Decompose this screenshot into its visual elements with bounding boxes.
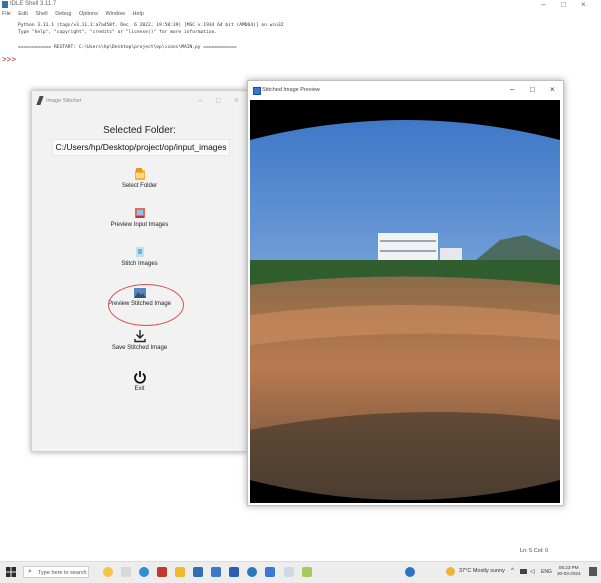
- notifications-icon[interactable]: [589, 567, 597, 576]
- image-stitcher-window: Image Stitcher – □ × Selected Folder: C:…: [31, 90, 248, 452]
- save-stitched-image-button[interactable]: Save Stitched Image: [32, 329, 247, 351]
- preview-minimize-button[interactable]: –: [510, 85, 514, 94]
- shell-output[interactable]: Python 3.11.1 (tags/v3.11.1:a7a450f, Dec…: [18, 22, 284, 51]
- menu-options[interactable]: Options: [79, 11, 98, 17]
- stitcher-title-bar: Image Stitcher – □ ×: [32, 91, 247, 111]
- stitcher-close-button[interactable]: ×: [234, 96, 239, 105]
- power-icon: [133, 371, 146, 384]
- shell-line: Type "help", "copyright", "credits" or "…: [18, 30, 218, 36]
- file-explorer-icon[interactable]: [175, 567, 185, 577]
- menu-shell[interactable]: Shell: [35, 11, 47, 17]
- preview-maximize-button[interactable]: □: [530, 85, 535, 94]
- select-folder-button[interactable]: Select Folder: [32, 167, 247, 189]
- store-icon[interactable]: [193, 567, 203, 577]
- tray-chevron-icon[interactable]: ^: [511, 568, 514, 574]
- battery-icon[interactable]: [520, 569, 527, 574]
- menu-edit[interactable]: Edit: [18, 11, 27, 17]
- save-stitched-label: Save Stitched Image: [111, 345, 168, 351]
- system-clock[interactable]: 06:23 PM 30-03-2024: [557, 565, 581, 577]
- folder-icon: [134, 168, 145, 180]
- browser-icon[interactable]: [247, 567, 257, 577]
- preview-close-button[interactable]: ×: [550, 85, 555, 94]
- windows-taskbar: Type here to search ⌕ 37°C Mostly sunny …: [0, 561, 601, 583]
- panorama-image: [250, 120, 560, 503]
- cortana-icon[interactable]: [103, 567, 113, 577]
- idle-status: Ln: 5 Col: 0: [520, 548, 549, 554]
- preview-input-label: Preview Input Images: [110, 222, 169, 228]
- idle-close-button[interactable]: ×: [581, 0, 586, 9]
- shell-line: Python 3.11.1 (tags/v3.11.1:a7a450f, Dec…: [18, 23, 284, 28]
- shell-prompt: >>>: [2, 55, 17, 64]
- weather-widget[interactable]: 37°C Mostly sunny: [459, 568, 505, 574]
- tray-app-icon[interactable]: [405, 567, 415, 577]
- volume-icon[interactable]: ◁: [530, 568, 535, 575]
- stitcher-maximize-button[interactable]: □: [216, 96, 221, 105]
- idle-maximize-button[interactable]: □: [561, 0, 566, 9]
- selected-folder-label: Selected Folder:: [103, 125, 176, 136]
- shell-restart-line: ============ RESTART: C:\Users\hp\Deskto…: [18, 44, 237, 50]
- vscode-icon[interactable]: [265, 567, 275, 577]
- app-icon[interactable]: [157, 567, 167, 577]
- highlight-circle: [108, 284, 184, 326]
- stitcher-minimize-button[interactable]: –: [198, 96, 202, 105]
- exit-button[interactable]: Exit: [32, 370, 247, 392]
- images-icon: [134, 208, 145, 218]
- preview-title-bar: Stitched Image Preview – □ ×: [248, 81, 563, 100]
- mail-icon[interactable]: [211, 567, 221, 577]
- idle-title: IDLE Shell 3.11.7: [10, 1, 57, 7]
- stitched-image-canvas: [250, 100, 560, 503]
- clock-date: 30-03-2024: [557, 571, 581, 576]
- feather-app-icon[interactable]: [284, 567, 294, 577]
- select-folder-label: Select Folder: [121, 183, 158, 189]
- selected-folder-path: C:/Users/hp/Desktop/project/op/input_ima…: [52, 139, 230, 156]
- stitch-images-button[interactable]: Stitch Images: [32, 245, 247, 267]
- preview-title: Stitched Image Preview: [262, 87, 320, 93]
- windows-start-icon[interactable]: [6, 567, 16, 577]
- stitch-images-label: Stitch Images: [121, 261, 158, 267]
- window-icon: [253, 87, 261, 95]
- idle-menu-bar: File Edit Shell Debug Options Window Hel…: [0, 11, 601, 21]
- weather-sun-icon: [446, 567, 455, 576]
- idle-title-bar: IDLE Shell 3.11.7 – □ ×: [0, 0, 601, 11]
- taskbar-search-input[interactable]: Type here to search: [23, 566, 89, 578]
- menu-debug[interactable]: Debug: [55, 11, 71, 17]
- stitcher-title: Image Stitcher: [46, 98, 82, 104]
- preview-input-images-button[interactable]: Preview Input Images: [32, 206, 247, 228]
- menu-help[interactable]: Help: [133, 11, 144, 17]
- stitched-preview-window: Stitched Image Preview – □ ×: [247, 80, 564, 506]
- task-view-icon[interactable]: [121, 567, 131, 577]
- menu-window[interactable]: Window: [105, 11, 125, 17]
- pen-app-icon[interactable]: [302, 567, 312, 577]
- download-icon: [133, 330, 146, 343]
- tk-feather-icon: [36, 96, 44, 105]
- python-icon: [2, 1, 8, 8]
- outlook-icon[interactable]: [229, 567, 239, 577]
- stitch-icon: [135, 247, 144, 257]
- language-indicator[interactable]: ENG: [541, 569, 552, 575]
- idle-minimize-button[interactable]: –: [541, 0, 545, 9]
- edge-icon[interactable]: [139, 567, 149, 577]
- exit-label: Exit: [134, 386, 145, 392]
- search-icon: ⌕: [28, 568, 32, 575]
- menu-file[interactable]: File: [2, 11, 11, 17]
